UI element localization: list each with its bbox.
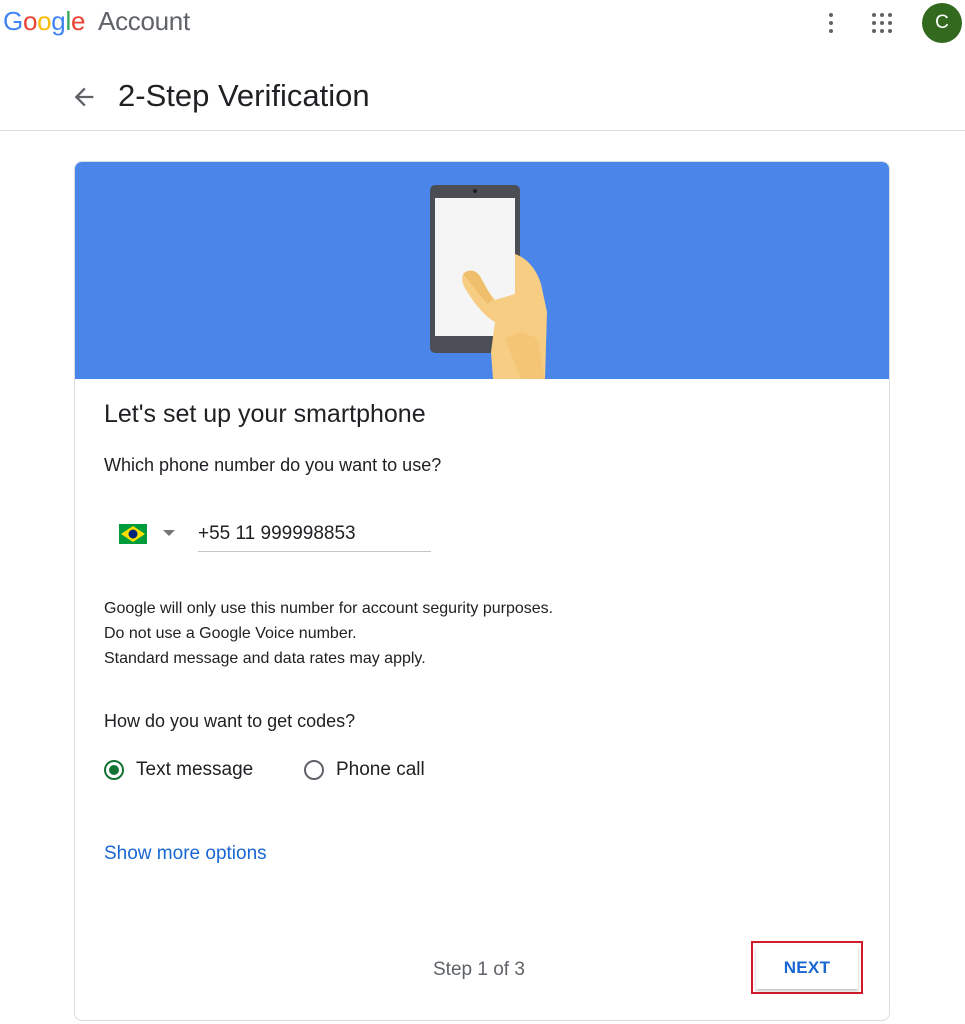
show-more-options-link[interactable]: Show more options bbox=[104, 843, 267, 865]
usage-notes: Google will only use this number for acc… bbox=[104, 596, 553, 671]
note-line: Do not use a Google Voice number. bbox=[104, 625, 357, 642]
option-label: Phone call bbox=[336, 759, 425, 780]
hero-banner bbox=[75, 162, 889, 379]
next-button[interactable]: NEXT bbox=[756, 946, 858, 989]
brazil-flag-icon bbox=[119, 524, 147, 544]
google-account-logo[interactable]: Google Account bbox=[3, 6, 190, 37]
radio-unselected-icon[interactable] bbox=[304, 760, 324, 780]
chevron-down-icon[interactable] bbox=[163, 530, 175, 536]
more-vert-icon[interactable] bbox=[820, 10, 842, 36]
smartphone-hand-illustration bbox=[430, 185, 547, 379]
option-label: Text message bbox=[136, 759, 254, 780]
apps-grid-icon[interactable] bbox=[870, 11, 894, 35]
arrow-back-icon[interactable] bbox=[70, 83, 98, 111]
google-wordmark: Google bbox=[3, 6, 86, 36]
step-indicator: Step 1 of 3 bbox=[433, 959, 525, 980]
radio-selected-icon[interactable] bbox=[104, 760, 124, 780]
setup-card: Let's set up your smartphone Which phone… bbox=[74, 161, 890, 1021]
option-text-message[interactable]: Text message bbox=[104, 759, 253, 781]
phone-number-input[interactable] bbox=[198, 517, 431, 552]
account-label: Account bbox=[98, 6, 190, 36]
card-title: Let's set up your smartphone bbox=[104, 400, 426, 428]
option-phone-call[interactable]: Phone call bbox=[304, 759, 425, 781]
codes-question: How do you want to get codes? bbox=[104, 711, 356, 731]
avatar-initial: C bbox=[935, 12, 949, 33]
note-line: Google will only use this number for acc… bbox=[104, 600, 554, 617]
top-bar: Google Account C bbox=[0, 0, 965, 48]
phone-question: Which phone number do you want to use? bbox=[104, 455, 442, 475]
note-line: Standard message and data rates may appl… bbox=[104, 650, 426, 667]
page-title: 2-Step Verification bbox=[118, 78, 370, 113]
highlight-box: NEXT bbox=[751, 941, 863, 994]
avatar[interactable]: C bbox=[922, 3, 962, 43]
page-header: 2-Step Verification bbox=[0, 60, 965, 131]
